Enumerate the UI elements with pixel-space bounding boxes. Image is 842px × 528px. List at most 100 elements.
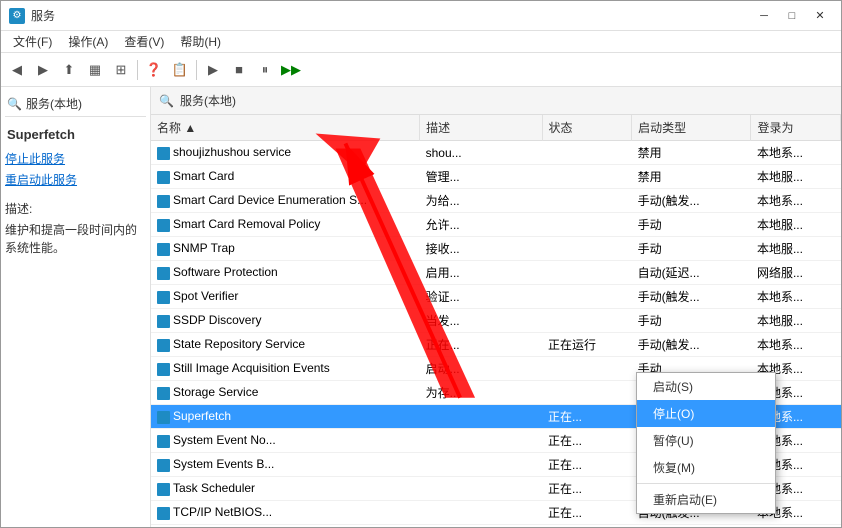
back-button[interactable]: ◀ [5, 58, 29, 82]
service-status-cell: 正在... [542, 453, 632, 477]
service-login-cell: 本地系... [751, 285, 841, 309]
service-login-cell: 网络服... [751, 261, 841, 285]
sidebar-search-icon: 🔍 [7, 97, 22, 111]
service-name-cell: Smart Card Removal Policy [151, 213, 420, 237]
service-desc-cell [420, 405, 542, 429]
service-name-cell: Telephony [151, 525, 420, 528]
service-desc-cell: 为存... [420, 381, 542, 405]
ctx-start[interactable]: 启动(S) [637, 373, 775, 400]
app-icon: ⚙ [9, 8, 25, 24]
menu-bar: 文件(F) 操作(A) 查看(V) 帮助(H) [1, 31, 841, 53]
service-status-cell [542, 309, 632, 333]
main-header-title: 服务(本地) [180, 92, 236, 109]
sidebar-header-title: 服务(本地) [26, 95, 82, 112]
restart-button[interactable]: ▶▶ [279, 58, 303, 82]
help-button[interactable]: ❓ [142, 58, 166, 82]
service-desc-cell: 正在... [420, 333, 542, 357]
title-bar-left: ⚙ 服务 [9, 7, 55, 24]
table-row[interactable]: State Repository Service正在...正在运行手动(触发..… [151, 333, 841, 357]
table-row[interactable]: Smart Card Removal Policy允许...手动本地服... [151, 213, 841, 237]
close-button[interactable]: ✕ [807, 6, 833, 26]
ctx-resume[interactable]: 恢复(M) [637, 454, 775, 481]
service-name-cell: Software Protection [151, 261, 420, 285]
service-status-cell: 正在... [542, 405, 632, 429]
service-desc-cell: 启用... [420, 261, 542, 285]
sidebar-service-name: Superfetch [5, 123, 146, 150]
service-desc-cell: 当发... [420, 309, 542, 333]
table-row[interactable]: Software Protection启用... 自动(延迟...网络服... [151, 261, 841, 285]
table-row[interactable]: shoujizhushou serviceshou...禁用本地系... [151, 141, 841, 165]
sidebar-desc-label: 描述: [5, 200, 146, 217]
service-desc-cell: 启动... [420, 357, 542, 381]
maximize-button[interactable]: □ [779, 6, 805, 26]
table-row[interactable]: Smart Card管理...禁用本地服... [151, 165, 841, 189]
service-startup-cell: 手动 [632, 525, 751, 528]
stop-service-link[interactable]: 停止此服务 [5, 150, 146, 167]
service-desc-cell: 验证... [420, 285, 542, 309]
service-name-cell: System Event No... [151, 429, 420, 453]
pause-button[interactable]: ⏸ [253, 58, 277, 82]
ctx-separator [637, 483, 775, 484]
service-status-cell [542, 381, 632, 405]
service-name-cell: Spot Verifier [151, 285, 420, 309]
service-name-cell: Storage Service [151, 381, 420, 405]
col-startup: 启动类型 [632, 115, 751, 141]
col-login: 登录为 [751, 115, 841, 141]
menu-action[interactable]: 操作(A) [60, 31, 116, 52]
minimize-button[interactable]: ─ [751, 6, 777, 26]
properties-button[interactable]: ⊞ [109, 58, 133, 82]
service-icon [157, 195, 170, 208]
service-startup-cell: 手动(触发... [632, 189, 751, 213]
service-status-cell [542, 213, 632, 237]
export-button[interactable]: 📋 [168, 58, 192, 82]
service-icon [157, 339, 170, 352]
service-icon [157, 363, 170, 376]
sidebar-description: 维护和提高一段时间内的系统性能。 [5, 221, 146, 257]
service-login-cell: 网络服... [751, 525, 841, 528]
start-button[interactable]: ▶ [201, 58, 225, 82]
service-icon [157, 483, 170, 496]
menu-view[interactable]: 查看(V) [116, 31, 172, 52]
service-desc-cell [420, 477, 542, 501]
table-row[interactable]: Smart Card Device Enumeration S...为给...手… [151, 189, 841, 213]
stop-button[interactable]: ■ [227, 58, 251, 82]
show-hide-button[interactable]: ▦ [83, 58, 107, 82]
service-icon [157, 435, 170, 448]
service-status-cell [542, 141, 632, 165]
sidebar-header: 🔍 服务(本地) [5, 91, 146, 117]
forward-button[interactable]: ▶ [31, 58, 55, 82]
service-status-cell [542, 261, 632, 285]
service-startup-cell: 禁用 [632, 165, 751, 189]
service-icon [157, 147, 170, 160]
service-desc-cell: 接收... [420, 237, 542, 261]
menu-file[interactable]: 文件(F) [5, 31, 60, 52]
service-desc-cell [420, 453, 542, 477]
service-login-cell: 本地系... [751, 333, 841, 357]
table-row[interactable]: SSDP Discovery当发...手动本地服... [151, 309, 841, 333]
service-name-cell: System Events B... [151, 453, 420, 477]
table-row[interactable]: SNMP Trap接收...手动本地服... [151, 237, 841, 261]
service-startup-cell: 自动(延迟... [632, 261, 751, 285]
service-name-cell: Still Image Acquisition Events [151, 357, 420, 381]
up-button[interactable]: ⬆ [57, 58, 81, 82]
service-desc-cell: 为给... [420, 189, 542, 213]
service-status-cell [542, 285, 632, 309]
service-desc-cell: 新存储成功... [420, 525, 542, 528]
service-icon [157, 459, 170, 472]
col-desc: 描述 [420, 115, 542, 141]
ctx-restart[interactable]: 重新启动(E) [637, 486, 775, 513]
service-desc-cell [420, 429, 542, 453]
table-row[interactable]: Spot Verifier验证...手动(触发...本地系... [151, 285, 841, 309]
service-desc-cell: 管理... [420, 165, 542, 189]
restart-service-link[interactable]: 重启动此服务 [5, 171, 146, 188]
menu-help[interactable]: 帮助(H) [172, 31, 229, 52]
service-desc-cell: shou... [420, 141, 542, 165]
toolbar: ◀ ▶ ⬆ ▦ ⊞ ❓ 📋 ▶ ■ ⏸ ▶▶ [1, 53, 841, 87]
main-panel-header: 🔍 服务(本地) [151, 87, 841, 115]
ctx-pause[interactable]: 暂停(U) [637, 427, 775, 454]
ctx-stop[interactable]: 停止(O) [637, 400, 775, 427]
main-window: ⚙ 服务 ─ □ ✕ 文件(F) 操作(A) 查看(V) 帮助(H) ◀ ▶ ⬆… [0, 0, 842, 528]
service-icon [157, 171, 170, 184]
service-icon [157, 291, 170, 304]
table-row[interactable]: Telephony新存储成功...正在...手动网络服... [151, 525, 841, 528]
